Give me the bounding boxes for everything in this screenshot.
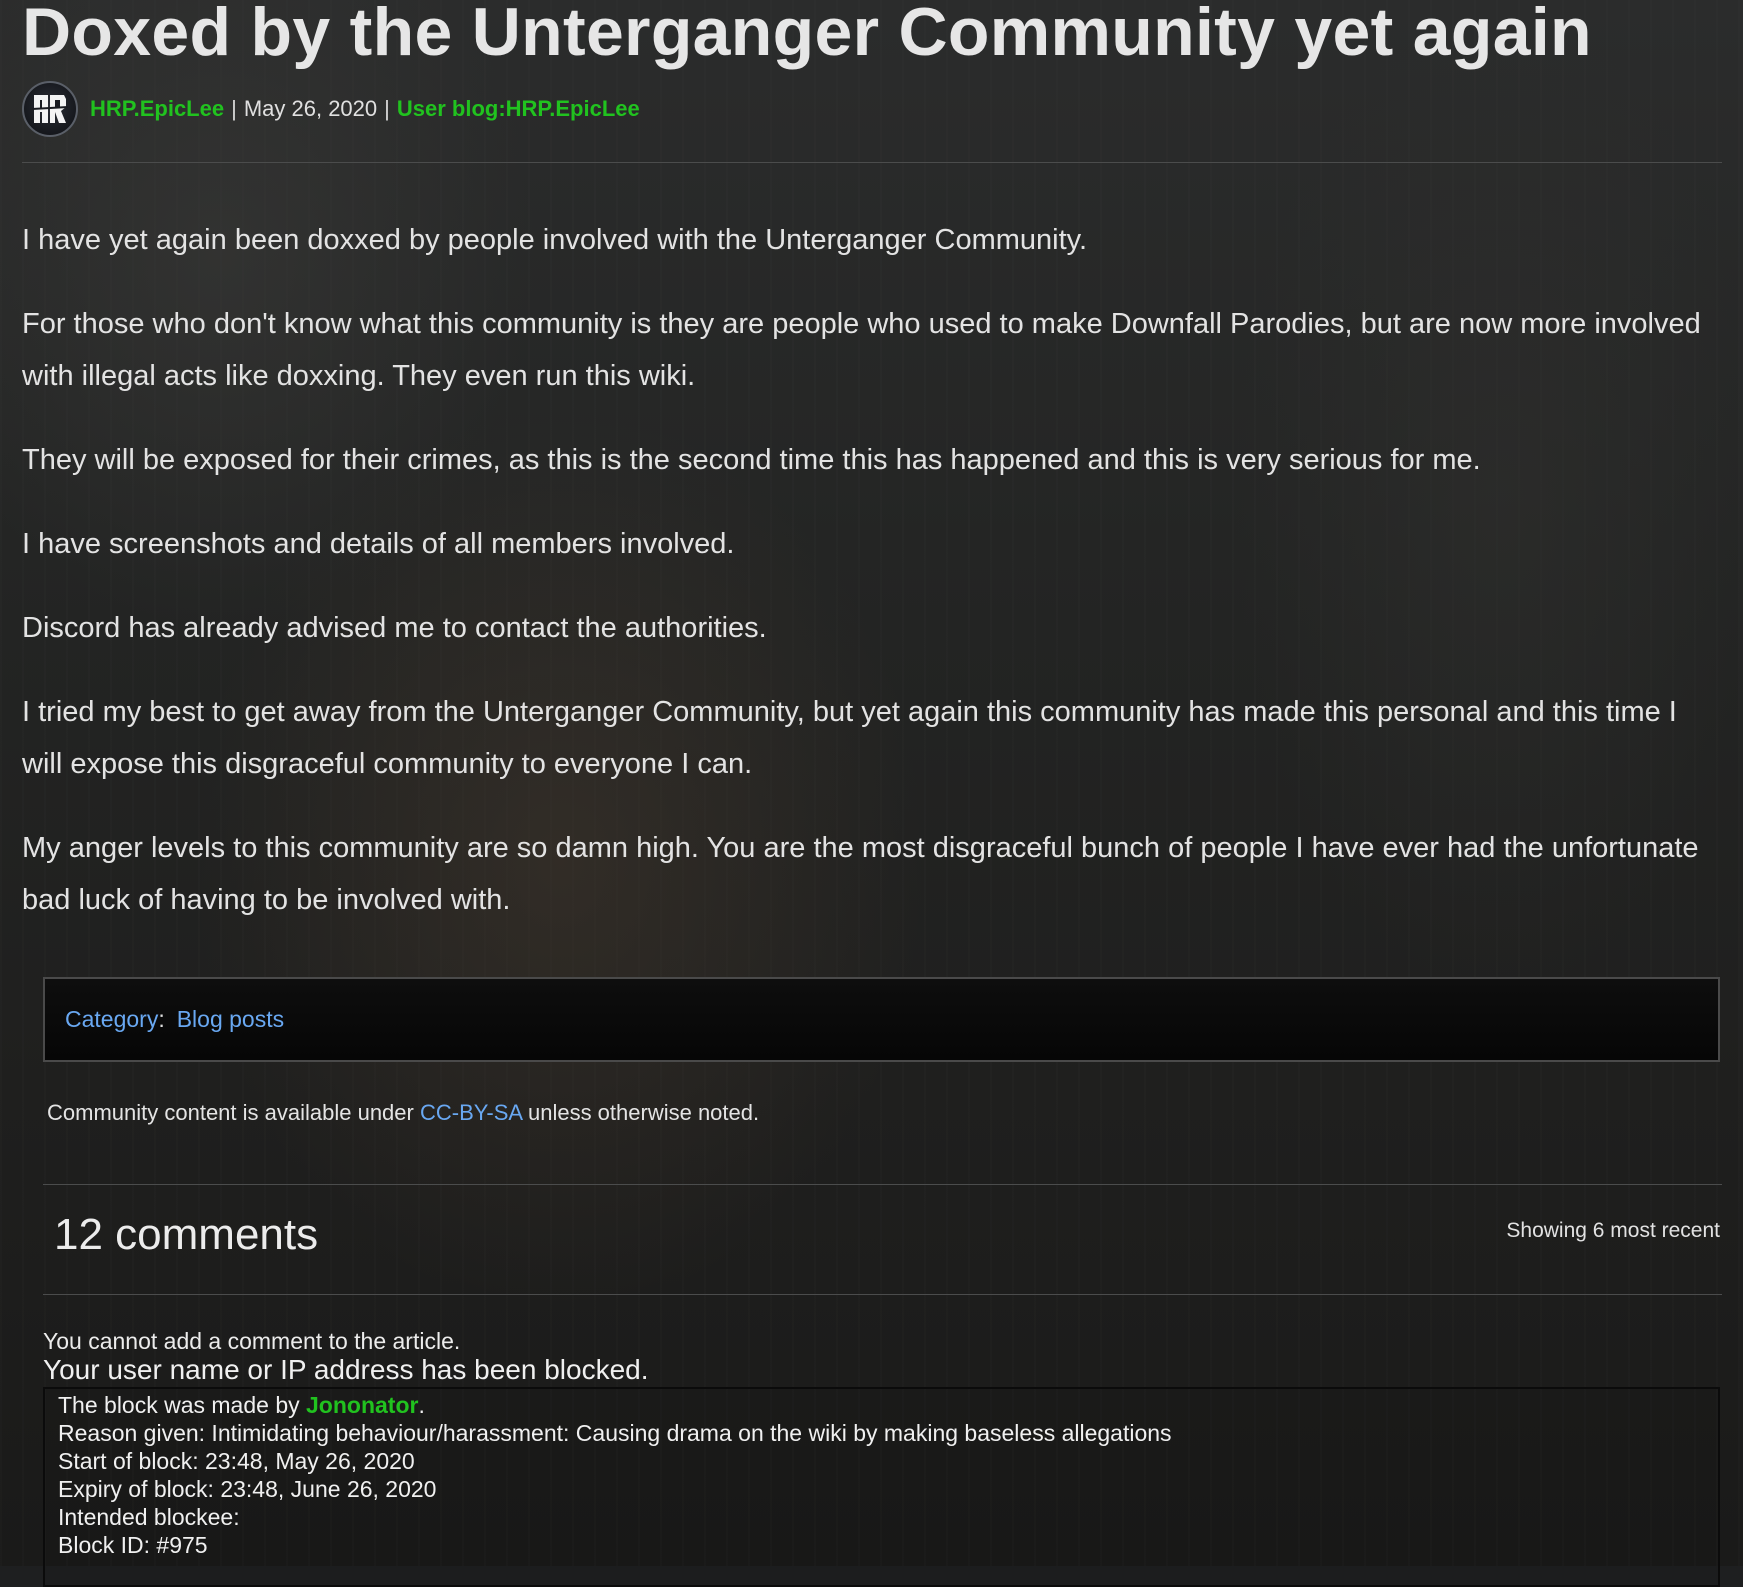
- block-start: Start of block: 23:48, May 26, 2020: [58, 1448, 415, 1474]
- article-paragraph: My anger levels to this community are so…: [22, 832, 1699, 916]
- block-id: Block ID: #975: [58, 1532, 208, 1558]
- meta-separator: |: [231, 96, 237, 121]
- post-meta: HRP.EpicLee | May 26, 2020 | User blog:H…: [22, 80, 640, 138]
- license-text-after: unless otherwise noted.: [521, 1100, 760, 1125]
- comments-top-divider: [43, 1184, 1722, 1185]
- cannot-comment-notice: You cannot add a comment to the article.: [43, 1328, 461, 1354]
- article-paragraph: I have yet again been doxxed by people i…: [22, 224, 1088, 256]
- comments-count-heading: 12 comments: [54, 1210, 319, 1259]
- blocking-admin-link[interactable]: Jononator: [306, 1392, 418, 1418]
- article-paragraph: They will be exposed for their crimes, a…: [22, 444, 1481, 476]
- block-made-by: The block was made by Jononator.: [58, 1391, 1718, 1419]
- category-box: Category : Blog posts: [43, 977, 1720, 1062]
- user-blog-link[interactable]: User blog:HRP.EpicLee: [397, 96, 640, 122]
- article-paragraph: I have screenshots and details of all me…: [22, 528, 735, 560]
- category-label-link[interactable]: Category: [65, 1006, 158, 1033]
- article-paragraph: For those who don't know what this commu…: [22, 308, 1701, 392]
- comments-showing-note: Showing 6 most recent: [1506, 1219, 1720, 1242]
- article-body: I have yet again been doxxed by people i…: [22, 214, 1722, 958]
- category-blog-posts-link[interactable]: Blog posts: [177, 1006, 284, 1033]
- blocked-heading: Your user name or IP address has been bl…: [43, 1354, 649, 1385]
- page-title: Doxed by the Unterganger Community yet a…: [22, 0, 1592, 70]
- article-paragraph: Discord has already advised me to contac…: [22, 612, 767, 644]
- license-notice: Community content is available under CC-…: [47, 1100, 759, 1126]
- author-link[interactable]: HRP.EpicLee: [90, 96, 224, 122]
- header-divider: [22, 162, 1722, 163]
- comments-header-divider: [43, 1294, 1722, 1295]
- license-link[interactable]: CC-BY-SA: [420, 1100, 522, 1125]
- block-details-box: The block was made by Jononator. Reason …: [43, 1387, 1720, 1587]
- hr-logo-avatar-icon: [31, 95, 69, 123]
- block-reason: Reason given: Intimidating behaviour/har…: [58, 1420, 1172, 1446]
- meta-separator: |: [384, 96, 390, 121]
- license-text-before: Community content is available under: [47, 1100, 420, 1125]
- block-made-by-suffix: .: [418, 1392, 425, 1418]
- block-made-by-prefix: The block was made by: [58, 1392, 307, 1418]
- block-expiry: Expiry of block: 23:48, June 26, 2020: [58, 1476, 437, 1502]
- post-date: May 26, 2020: [243, 96, 378, 121]
- article-paragraph: I tried my best to get away from the Unt…: [22, 696, 1677, 780]
- author-avatar[interactable]: [22, 81, 78, 137]
- block-intended-blockee: Intended blockee:: [58, 1504, 240, 1530]
- category-colon: :: [158, 1006, 165, 1032]
